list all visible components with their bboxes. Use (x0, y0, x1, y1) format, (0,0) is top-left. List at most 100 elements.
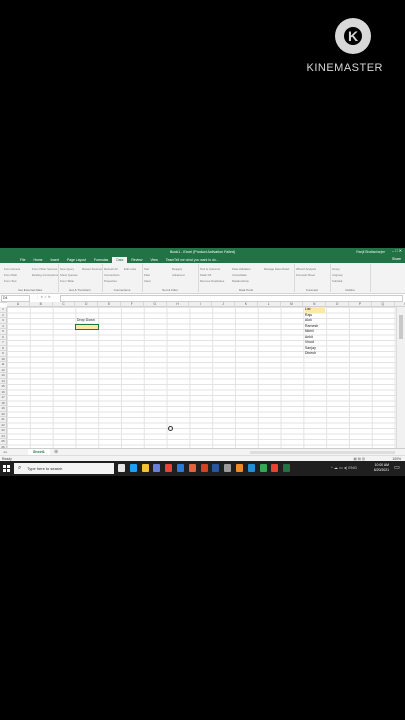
selected-cell[interactable] (75, 323, 100, 330)
notification-icon[interactable]: ▭ (393, 464, 401, 472)
task-view-icon[interactable] (118, 464, 125, 472)
ribbon-item-remove-duplicates[interactable]: Remove Duplicates (200, 279, 224, 283)
ribbon-group-outline: Outline Group Ungroup Subtotal (330, 264, 371, 292)
vertical-scrollbar[interactable] (396, 307, 405, 452)
mail-icon[interactable] (176, 464, 184, 472)
column-header[interactable]: B (29, 302, 53, 307)
column-header[interactable]: I (189, 302, 213, 307)
column-header[interactable]: G (143, 302, 167, 307)
column-header[interactable]: Q (371, 302, 395, 307)
ribbon-item-what-if-analysis[interactable]: What-If Analysis (296, 267, 316, 271)
excel-window: Book1 - Excel (Product Activation Failed… (0, 248, 405, 476)
ribbon-group-label: Outline (345, 288, 355, 292)
column-header[interactable]: A (7, 302, 30, 307)
ribbon-item-edit-links[interactable]: Edit Links (124, 267, 136, 271)
window-controls-icon[interactable]: –□✕ (392, 248, 403, 253)
share-button[interactable]: Share (392, 257, 401, 261)
formula-icons[interactable]: ⋮ ✕ ✓ fx (36, 295, 51, 299)
mouse-cursor-icon (168, 426, 173, 431)
scroll-thumb[interactable] (399, 315, 403, 339)
watermark-text: KINEMASTER (306, 62, 383, 74)
column-header[interactable]: K (235, 302, 258, 307)
ribbon-item-new-query[interactable]: New Query (60, 267, 74, 271)
cell-d3[interactable]: Drop Down (77, 318, 95, 324)
ribbon-item-recent-sources[interactable]: Recent Sources (82, 267, 102, 271)
title-bar: Book1 - Excel (Product Activation Failed… (0, 248, 405, 256)
ribbon-item-ungroup[interactable]: Ungroup (332, 273, 343, 277)
ribbon-item-from-text[interactable]: From Text (4, 279, 16, 283)
column-header[interactable]: R (394, 302, 405, 307)
ribbon-item-subtotal[interactable]: Subtotal (332, 279, 342, 283)
taskbar-search[interactable]: ⌕ Type here to search (14, 463, 114, 474)
word-icon[interactable] (212, 464, 220, 472)
column-header[interactable]: J (212, 302, 235, 307)
media-player-icon[interactable] (188, 464, 196, 472)
ribbon-item-consolidate[interactable]: Consolidate (232, 273, 247, 277)
worksheet-grid[interactable]: ABCDEFGHIJKLMNOPQRS123456789101112131415… (0, 302, 405, 456)
ribbon-group-label: Get & Transform (68, 288, 91, 292)
search-placeholder: Type here to search (27, 466, 63, 471)
store-icon[interactable] (153, 464, 161, 472)
excel-icon[interactable] (283, 464, 291, 472)
kinemaster-watermark (323, 18, 383, 54)
ribbon-item-data-validation[interactable]: Data Validation (232, 267, 251, 271)
ribbon-group-label: Sort & Filter (162, 288, 178, 292)
search-icon: ⌕ (18, 465, 22, 471)
ribbon-item-show-queries[interactable]: Show Queries (60, 273, 78, 277)
media-icon-2[interactable] (271, 464, 279, 472)
photos-icon[interactable] (224, 464, 232, 472)
ribbon-item-relationships[interactable]: Relationships (232, 279, 249, 283)
column-header[interactable]: M (280, 302, 304, 307)
windows-taskbar: ⌕ Type here to search ^ ☁ ▭ ◂) ENG 10:00… (0, 461, 405, 476)
column-header[interactable]: C (52, 302, 76, 307)
formula-input[interactable] (60, 295, 403, 302)
ribbon-item-reapply[interactable]: Reapply (172, 267, 182, 271)
kinemaster-logo-icon (335, 18, 371, 54)
name-box[interactable]: D4 (1, 295, 30, 302)
taskbar-apps (118, 464, 291, 472)
ribbon-item-text-to-columns[interactable]: Text to Columns (200, 267, 220, 271)
ribbon-item-flash-fill[interactable]: Flash Fill (200, 273, 211, 277)
ribbon-group-label: Connections (113, 288, 131, 292)
ribbon-item-from-table[interactable]: From Table (60, 279, 74, 283)
account-name[interactable]: Ranjit Bhattacharjee (356, 250, 385, 254)
ribbon-item-filter[interactable]: Filter (144, 273, 150, 277)
window-title: Book1 - Excel (Product Activation Failed… (169, 249, 236, 254)
ribbon-tabs: File Home Insert Page Layout Formulas Data Rev… (0, 256, 405, 263)
edge-icon[interactable] (129, 464, 137, 472)
ribbon-item-existing-connections[interactable]: Existing Connections (32, 273, 58, 277)
file-explorer-icon[interactable] (141, 464, 149, 472)
windows-start-icon[interactable] (3, 465, 10, 472)
clock[interactable]: 10:00 AM 6/20/2021 (374, 463, 389, 472)
chrome-icon-2[interactable] (259, 464, 267, 472)
clock-date: 6/20/2021 (373, 467, 389, 472)
ribbon-item-from-other-sources[interactable]: From Other Sources (32, 267, 57, 271)
ribbon-item-connections[interactable]: Connections (104, 273, 120, 277)
ribbon: Get External Data From Access From Web From… (0, 263, 405, 294)
column-header[interactable]: F (121, 302, 144, 307)
ribbon-item-sort[interactable]: Sort (144, 267, 149, 271)
cell-n9[interactable]: Dinesh (305, 351, 316, 357)
ribbon-item-group[interactable]: Group (332, 267, 340, 271)
column-header[interactable]: H (166, 302, 190, 307)
column-header[interactable]: P (349, 302, 372, 307)
ribbon-item-clear[interactable]: Clear (144, 279, 151, 283)
column-header[interactable]: D (75, 302, 99, 307)
ribbon-item-manage-data-model[interactable]: Manage Data Model (264, 267, 289, 271)
system-tray-icons[interactable]: ^ ☁ ▭ ◂) ENG (331, 465, 357, 470)
ribbon-item-from-access[interactable]: From Access (4, 267, 20, 271)
chrome-icon[interactable] (165, 464, 173, 472)
horizontal-scrollbar[interactable] (250, 451, 395, 454)
ribbon-item-from-web[interactable]: From Web (4, 273, 17, 277)
app-icon[interactable] (247, 464, 255, 472)
powerpoint-icon[interactable] (200, 464, 208, 472)
ribbon-item-forecast-sheet[interactable]: Forecast Sheet (296, 273, 315, 277)
column-header[interactable]: L (257, 302, 281, 307)
ribbon-item-refresh-all[interactable]: Refresh All (104, 267, 118, 271)
ribbon-item-properties[interactable]: Properties (104, 279, 117, 283)
vlc-icon[interactable] (235, 464, 243, 472)
cell-area[interactable] (7, 307, 397, 452)
ribbon-item-advanced[interactable]: Advanced (172, 273, 184, 277)
column-header[interactable]: E (98, 302, 121, 307)
column-header[interactable]: O (326, 302, 349, 307)
